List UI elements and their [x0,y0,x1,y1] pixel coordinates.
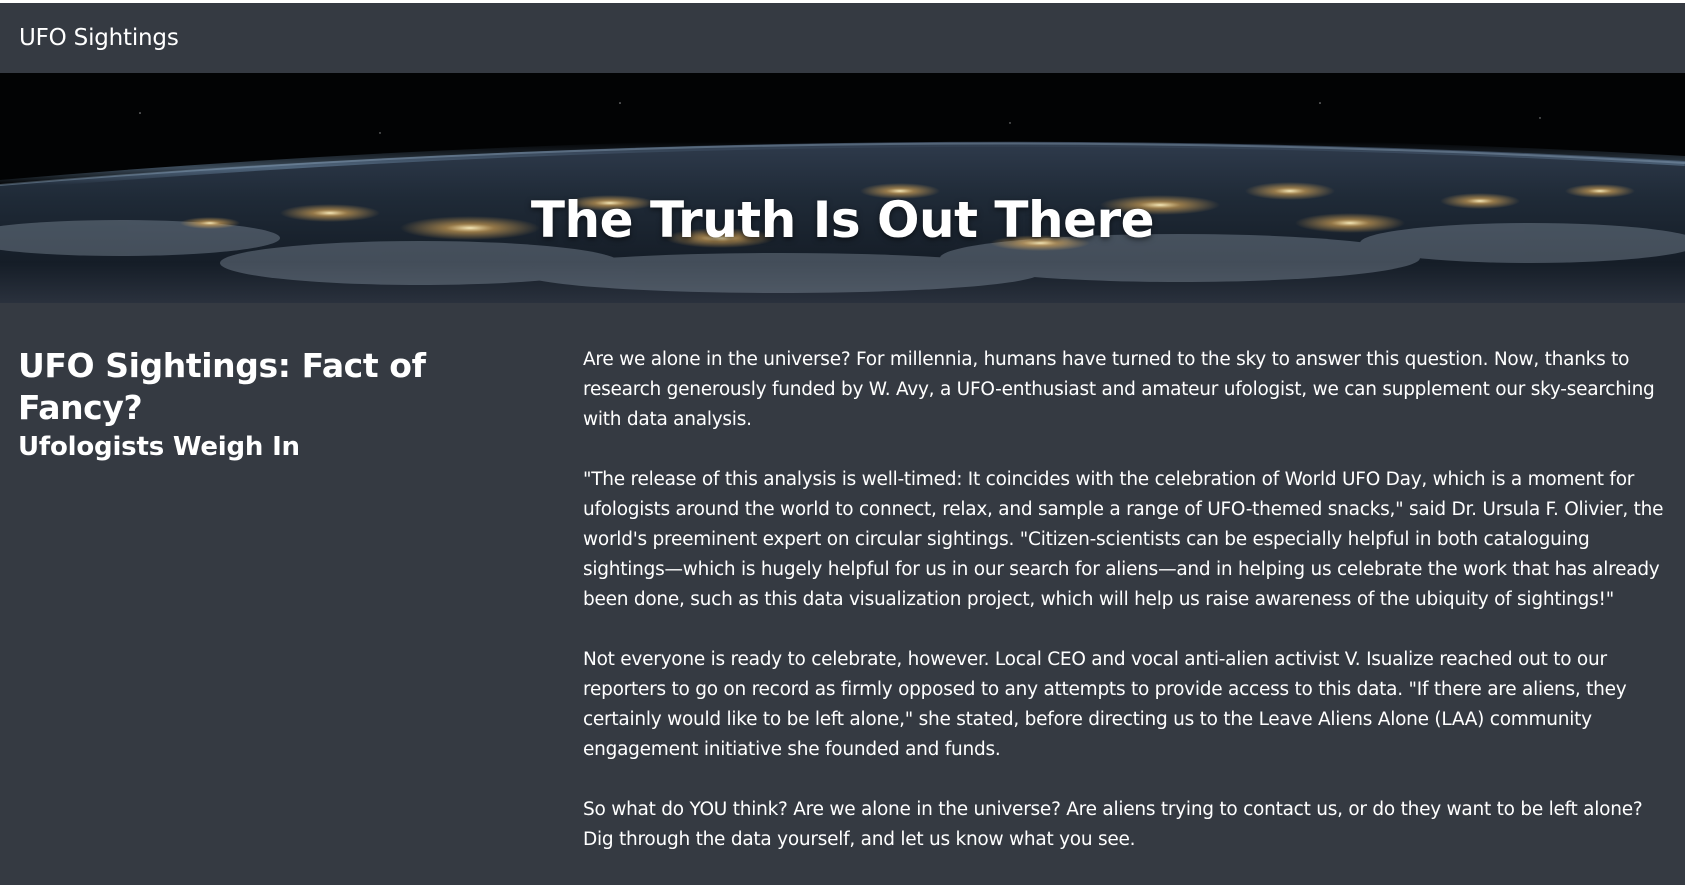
article-title: UFO Sightings: Fact of Fancy? [18,346,426,427]
article-paragraph: Are we alone in the universe? For millen… [583,349,1655,430]
hero-banner: The Truth Is Out There [0,73,1685,303]
article-subtitle: Ufologists Weigh In [18,432,300,462]
article-heading: UFO Sightings: Fact of Fancy? Ufologists… [18,345,558,465]
article-paragraph: Not everyone is ready to celebrate, howe… [583,649,1627,760]
earth-at-night-image [0,73,1685,303]
navbar: UFO Sightings [0,3,1685,73]
navbar-brand-link[interactable]: UFO Sightings [19,23,179,53]
hero-title: The Truth Is Out There [530,190,1155,249]
article-paragraph: "The release of this analysis is well-ti… [583,469,1664,610]
main-content: UFO Sightings: Fact of Fancy? Ufologists… [0,303,1685,862]
article-body: Are we alone in the universe? For millen… [583,345,1673,885]
article-paragraph: So what do YOU think? Are we alone in th… [583,799,1643,850]
